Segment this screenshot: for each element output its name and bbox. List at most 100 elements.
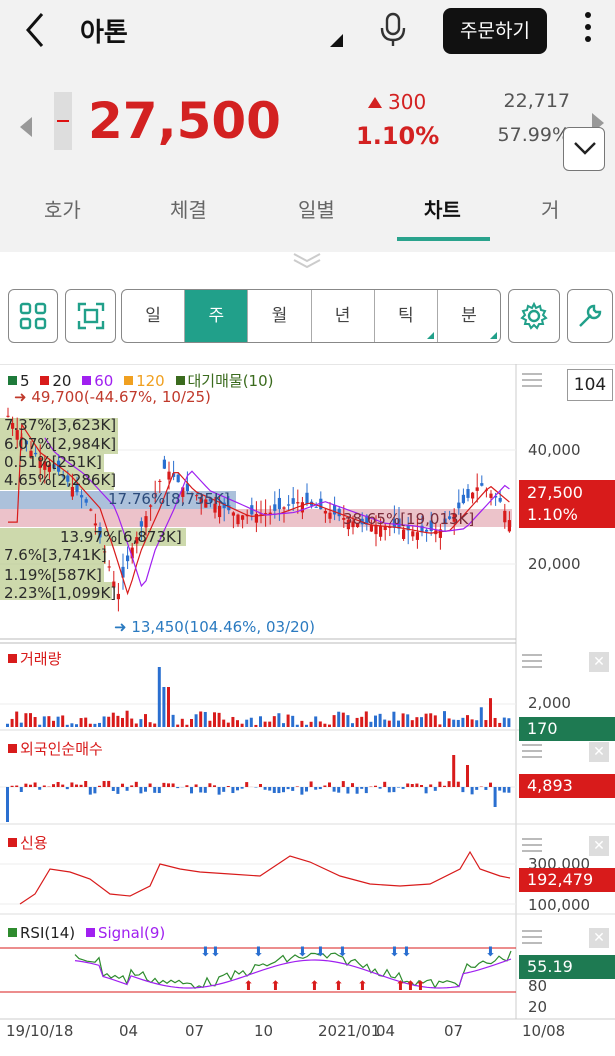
sell-arrow-icon: ⬇ — [389, 945, 400, 960]
tab-expand-button[interactable] — [563, 127, 605, 171]
volume-bar — [282, 723, 285, 727]
candle-body — [116, 593, 120, 600]
profile-label-6: 38.65%[19,013K] — [343, 510, 475, 528]
foreign-bar — [401, 787, 405, 789]
volume-menu-icon[interactable] — [522, 654, 542, 668]
candle-body — [264, 513, 268, 515]
x-tick-4: 10 — [254, 1022, 274, 1040]
credit-menu-icon[interactable] — [522, 838, 542, 852]
sell-arrow-icon: ⬇ — [297, 945, 308, 960]
volume-bar — [134, 723, 138, 727]
profile-label-3: 0.51%[251K] — [4, 453, 102, 471]
candle-body — [425, 529, 429, 532]
candle-body — [84, 499, 88, 503]
layout-grid-button[interactable] — [8, 289, 58, 343]
volume-bar — [125, 710, 129, 727]
volume-bar — [461, 717, 465, 727]
period-month[interactable]: 월 — [248, 290, 312, 342]
volume-bar — [29, 713, 32, 727]
foreign-bar — [102, 781, 106, 787]
foreign-bar — [466, 765, 469, 787]
foreign-bar — [125, 787, 129, 791]
gear-icon — [520, 302, 548, 330]
order-button[interactable]: 주문하기 — [443, 8, 547, 54]
rsi-menu-icon[interactable] — [522, 930, 542, 944]
profile-label-2: 6.07%[2,984K] — [4, 435, 117, 453]
period-tick[interactable]: 틱 — [375, 290, 438, 342]
volume-bar — [420, 717, 423, 727]
rsi-close-icon[interactable]: ✕ — [589, 928, 609, 948]
foreign-close-icon[interactable]: ✕ — [589, 742, 609, 762]
credit-title-text: 신용 — [20, 834, 48, 852]
x-tick-5: 2021/01 — [318, 1022, 381, 1040]
credit-close-icon[interactable]: ✕ — [589, 836, 609, 856]
volume-bar — [351, 723, 354, 727]
volume-bar — [323, 723, 327, 727]
foreign-tag: 4,893 — [519, 774, 615, 798]
active-tab-indicator — [397, 237, 490, 241]
price-panel-menu-icon[interactable] — [522, 373, 542, 387]
candle-body — [167, 471, 171, 480]
tab-orderbook[interactable]: 호가 — [44, 194, 81, 223]
candle-body — [507, 520, 511, 532]
candle-body — [107, 566, 111, 568]
foreign-menu-icon[interactable] — [522, 744, 542, 758]
tab-daily[interactable]: 일별 — [298, 194, 335, 223]
tools-button[interactable] — [567, 289, 613, 343]
x-tick-3: 07 — [185, 1022, 205, 1040]
microphone-icon[interactable] — [378, 12, 408, 48]
sell-arrow-icon: ⬇ — [401, 945, 412, 960]
period-year[interactable]: 년 — [312, 290, 375, 342]
foreign-bar — [29, 784, 32, 787]
period-minute[interactable]: 분 — [438, 290, 500, 342]
tab-more[interactable]: 거 — [541, 194, 559, 223]
prev-stock-icon[interactable] — [20, 117, 32, 137]
rsi-tag: 55.19 — [519, 955, 615, 979]
credit-line — [19, 850, 511, 905]
tab-chart[interactable]: 차트 — [424, 194, 461, 223]
candle-body — [241, 515, 245, 520]
period-week[interactable]: 주 — [185, 290, 249, 342]
foreign-bar — [231, 787, 235, 794]
volume-bar — [171, 714, 175, 727]
settings-button[interactable] — [508, 289, 560, 343]
volume-bar — [157, 667, 161, 727]
candle-body — [498, 498, 502, 502]
candle-body — [282, 507, 286, 509]
foreign-bar — [282, 787, 285, 793]
tab-trades[interactable]: 체결 — [170, 194, 207, 223]
price-tag-value: 27,500 — [527, 483, 583, 502]
volume-bar — [208, 720, 212, 727]
foreign-bar — [130, 785, 134, 787]
sell-arrow-icon: ⬇ — [337, 945, 348, 960]
foreign-bar — [475, 787, 479, 790]
collapse-chevron-icon[interactable] — [292, 252, 322, 268]
volume-bar — [217, 712, 221, 727]
price-change: 300 — [368, 90, 426, 114]
grid-icon — [19, 302, 47, 330]
price-axis-20000: 20,000 — [528, 555, 581, 573]
more-menu-icon[interactable] — [582, 12, 594, 48]
foreign-title-text: 외국인순매수 — [20, 740, 103, 758]
fullscreen-button[interactable] — [65, 289, 116, 343]
foreign-bar — [364, 787, 368, 794]
candle-body — [126, 555, 130, 562]
low-annotation: ➜ 13,450(104.46%, 03/20) — [114, 618, 316, 636]
foreign-bar — [295, 786, 299, 787]
volume-bar — [424, 713, 428, 727]
stock-dropdown-icon[interactable] — [330, 34, 343, 47]
foreign-bar — [277, 787, 281, 794]
zoom-level[interactable]: 104 — [567, 369, 613, 401]
back-icon[interactable] — [22, 10, 52, 50]
volume-bar — [203, 711, 207, 727]
candle-body — [277, 497, 281, 510]
foreign-bar — [392, 787, 396, 793]
candle-body — [503, 510, 507, 523]
foreign-bar — [410, 784, 414, 787]
volume-close-icon[interactable]: ✕ — [589, 652, 609, 672]
volume-bar — [328, 724, 331, 727]
foreign-bar — [300, 787, 304, 795]
volume-bar — [111, 712, 115, 727]
period-day[interactable]: 일 — [122, 290, 186, 342]
volume-bar — [378, 713, 382, 727]
